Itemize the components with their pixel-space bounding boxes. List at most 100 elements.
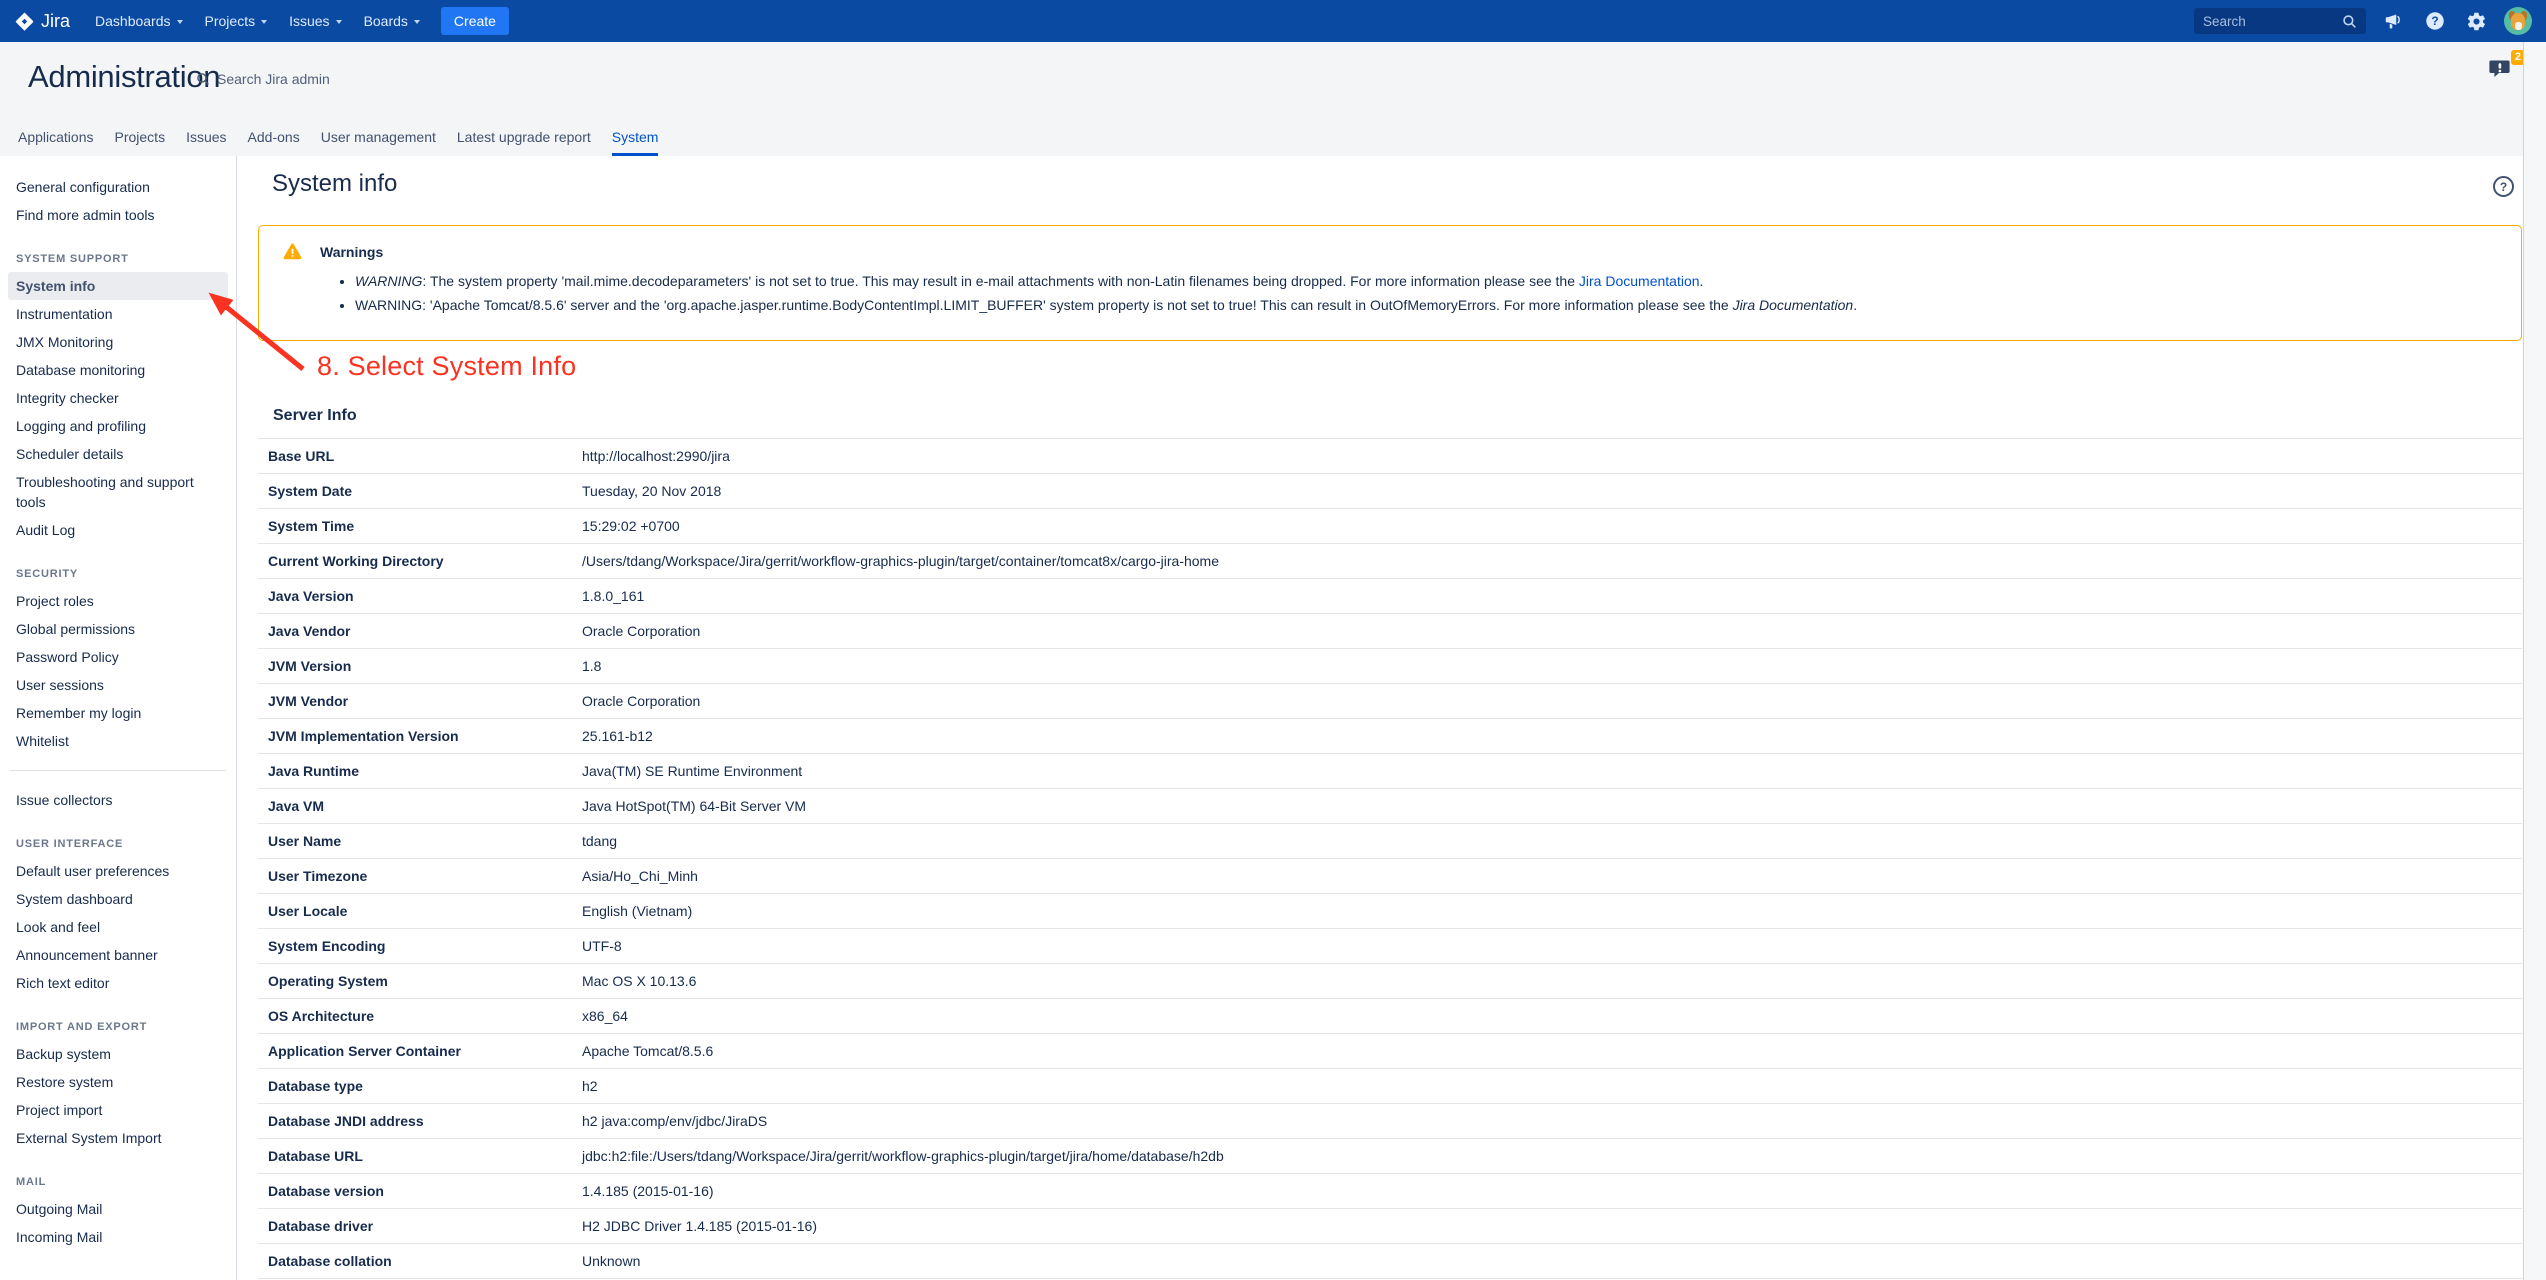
row-label: JVM Version	[258, 649, 572, 684]
sidebar-item-integrity-checker[interactable]: Integrity checker	[0, 384, 236, 412]
sidebar-item-general-configuration[interactable]: General configuration	[0, 173, 236, 201]
tab-system[interactable]: System	[612, 129, 659, 156]
row-label: JVM Vendor	[258, 684, 572, 719]
announcement-icon[interactable]	[2381, 8, 2407, 34]
sidebar-item-user-sessions[interactable]: User sessions	[0, 671, 236, 699]
row-label: Base URL	[258, 439, 572, 474]
sidebar-item-logging-and-profiling[interactable]: Logging and profiling	[0, 412, 236, 440]
tab-applications[interactable]: Applications	[18, 129, 94, 156]
jira-documentation-link[interactable]: Jira Documentation	[1579, 273, 1700, 289]
nav-menu-projects[interactable]: Projects	[194, 0, 279, 42]
sidebar-item-troubleshooting-and-support-tools[interactable]: Troubleshooting and support tools	[0, 468, 236, 516]
settings-icon[interactable]	[2463, 8, 2489, 34]
table-row: JVM Version 1.8	[258, 649, 2522, 684]
navbar-search-input[interactable]	[2203, 14, 2342, 29]
tab-user-management[interactable]: User management	[321, 129, 436, 156]
sidebar-item-remember-my-login[interactable]: Remember my login	[0, 699, 236, 727]
feedback-bubble-icon[interactable]: 2	[2486, 54, 2518, 86]
chevron-down-icon	[261, 20, 267, 24]
row-value: 15:29:02 +0700	[572, 509, 2522, 544]
sidebar-item-rich-text-editor[interactable]: Rich text editor	[0, 969, 236, 997]
tab-issues[interactable]: Issues	[186, 129, 226, 156]
sidebar-item-default-user-preferences[interactable]: Default user preferences	[0, 857, 236, 885]
row-value: English (Vietnam)	[572, 894, 2522, 929]
sidebar-item-password-policy[interactable]: Password Policy	[0, 643, 236, 671]
row-value: H2 JDBC Driver 1.4.185 (2015-01-16)	[572, 1209, 2522, 1244]
help-icon[interactable]: ?	[2493, 176, 2514, 197]
warning-item-1: WARNING: The system property 'mail.mime.…	[355, 270, 2497, 293]
row-value: 1.8	[572, 649, 2522, 684]
sidebar-item-backup-system[interactable]: Backup system	[0, 1040, 236, 1068]
row-label: System Time	[258, 509, 572, 544]
sidebar-item-external-system-import[interactable]: External System Import	[0, 1124, 236, 1152]
help-icon[interactable]: ?	[2422, 8, 2448, 34]
sidebar-item-jmx-monitoring[interactable]: JMX Monitoring	[0, 328, 236, 356]
row-label: Java VM	[258, 789, 572, 824]
sidebar-item-system-info[interactable]: System info	[8, 272, 228, 300]
sidebar-item-scheduler-details[interactable]: Scheduler details	[0, 440, 236, 468]
nav-menu-boards[interactable]: Boards	[353, 0, 431, 42]
row-value: Oracle Corporation	[572, 614, 2522, 649]
sidebar-item-issue-collectors[interactable]: Issue collectors	[0, 786, 236, 814]
table-row: Application Server Container Apache Tomc…	[258, 1034, 2522, 1069]
sidebar-item-look-and-feel[interactable]: Look and feel	[0, 913, 236, 941]
sidebar-item-outgoing-mail[interactable]: Outgoing Mail	[0, 1195, 236, 1223]
row-label: Operating System	[258, 964, 572, 999]
navbar-right: ?	[2194, 7, 2532, 35]
section-title-system-info: System info	[272, 170, 2522, 198]
sidebar-item-global-permissions[interactable]: Global permissions	[0, 615, 236, 643]
row-value: Apache Tomcat/8.5.6	[572, 1034, 2522, 1069]
table-row: User Timezone Asia/Ho_Chi_Minh	[258, 859, 2522, 894]
row-value: Unknown	[572, 1244, 2522, 1279]
row-value: 1.8.0_161	[572, 579, 2522, 614]
sidebar-item-incoming-mail[interactable]: Incoming Mail	[0, 1223, 236, 1251]
sidebar-item-find-more-admin-tools[interactable]: Find more admin tools	[0, 201, 236, 229]
jira-logo[interactable]: Jira	[14, 11, 70, 32]
table-row: System Date Tuesday, 20 Nov 2018	[258, 474, 2522, 509]
annotation-select-system-info: 8. Select System Info	[317, 351, 576, 382]
main-content: System info ? Warnings WARNING: The syst…	[238, 156, 2522, 1280]
sidebar-item-whitelist[interactable]: Whitelist	[0, 727, 236, 755]
sidebar-section-security: SECURITY	[0, 568, 236, 580]
warnings-title: Warnings	[320, 244, 383, 260]
admin-search-input[interactable]	[217, 71, 517, 87]
sidebar-item-restore-system[interactable]: Restore system	[0, 1068, 236, 1096]
table-row: Database JNDI address h2 java:comp/env/j…	[258, 1104, 2522, 1139]
tab-projects[interactable]: Projects	[115, 129, 166, 156]
row-value: Tuesday, 20 Nov 2018	[572, 474, 2522, 509]
row-label: Java Vendor	[258, 614, 572, 649]
warnings-list: WARNING: The system property 'mail.mime.…	[283, 270, 2497, 317]
row-value: x86_64	[572, 999, 2522, 1034]
sidebar-item-announcement-banner[interactable]: Announcement banner	[0, 941, 236, 969]
sidebar-item-project-import[interactable]: Project import	[0, 1096, 236, 1124]
avatar[interactable]	[2504, 7, 2532, 35]
row-label: Database collation	[258, 1244, 572, 1279]
table-row: Base URL http://localhost:2990/jira	[258, 439, 2522, 474]
top-navbar: Jira Dashboards Projects Issues Boards C…	[0, 0, 2546, 42]
admin-search[interactable]	[196, 71, 517, 87]
row-label: Database driver	[258, 1209, 572, 1244]
warnings-panel: Warnings WARNING: The system property 'm…	[258, 225, 2522, 341]
row-label: Database URL	[258, 1139, 572, 1174]
row-value: Mac OS X 10.13.6	[572, 964, 2522, 999]
tab-latest-upgrade-report[interactable]: Latest upgrade report	[457, 129, 591, 156]
table-row: Operating System Mac OS X 10.13.6	[258, 964, 2522, 999]
tab-add-ons[interactable]: Add-ons	[248, 129, 300, 156]
sidebar-item-project-roles[interactable]: Project roles	[0, 587, 236, 615]
scrollbar[interactable]	[2523, 42, 2546, 1280]
sidebar-item-instrumentation[interactable]: Instrumentation	[0, 300, 236, 328]
search-icon	[196, 72, 210, 86]
server-info-table: Base URL http://localhost:2990/jira Syst…	[258, 438, 2522, 1279]
nav-menu-issues[interactable]: Issues	[278, 0, 352, 42]
sidebar-item-database-monitoring[interactable]: Database monitoring	[0, 356, 236, 384]
row-label: Java Version	[258, 579, 572, 614]
sidebar-item-system-dashboard[interactable]: System dashboard	[0, 885, 236, 913]
sidebar-item-audit-log[interactable]: Audit Log	[0, 516, 236, 544]
table-row: Java Version 1.8.0_161	[258, 579, 2522, 614]
create-button[interactable]: Create	[441, 7, 509, 35]
navbar-search[interactable]	[2194, 8, 2366, 34]
nav-menu-dashboards[interactable]: Dashboards	[84, 0, 194, 42]
row-value: UTF-8	[572, 929, 2522, 964]
table-row: OS Architecture x86_64	[258, 999, 2522, 1034]
table-row: Java Runtime Java(TM) SE Runtime Environ…	[258, 754, 2522, 789]
